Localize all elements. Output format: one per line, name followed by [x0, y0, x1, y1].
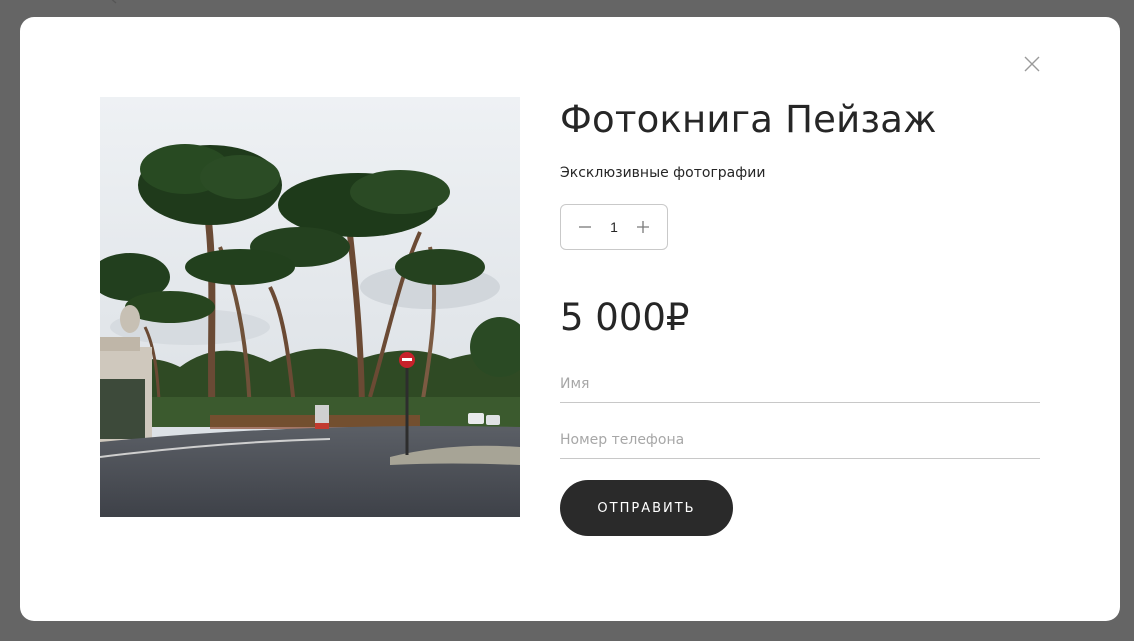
plus-icon[interactable] — [631, 215, 655, 239]
name-field[interactable] — [560, 365, 1040, 403]
product-subtitle: Эксклюзивные фотографии — [560, 165, 766, 181]
close-icon[interactable] — [1021, 53, 1043, 75]
product-image — [100, 97, 520, 517]
minus-icon[interactable] — [573, 215, 597, 239]
product-title: Фотокнига Пейзаж — [560, 98, 937, 141]
product-price: 5 000₽ — [560, 296, 690, 339]
backdrop-partial-icon — [111, 0, 117, 4]
quantity-value[interactable]: 1 — [610, 219, 618, 235]
product-popup: Фотокнига Пейзаж Эксклюзивные фотографии… — [20, 17, 1120, 621]
quantity-stepper: 1 — [560, 204, 668, 250]
phone-field[interactable] — [560, 421, 1040, 459]
submit-button[interactable]: ОТПРАВИТЬ — [560, 480, 733, 536]
